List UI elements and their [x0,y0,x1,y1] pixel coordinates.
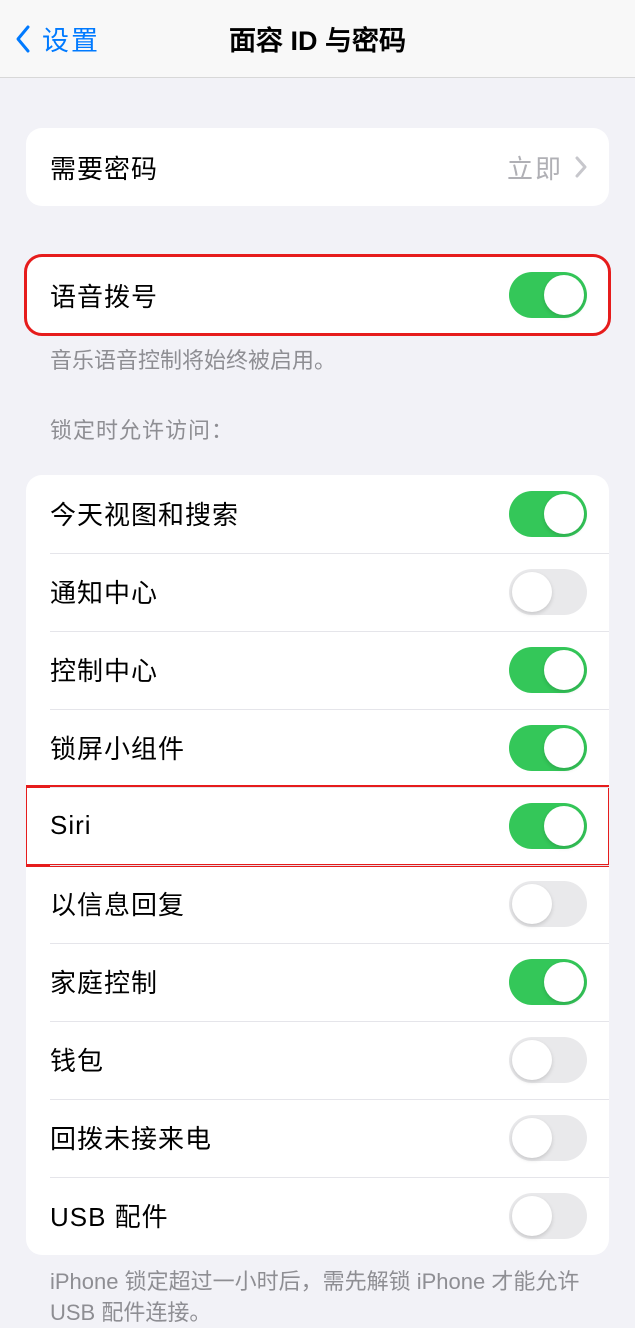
page-title: 面容 ID 与密码 [229,19,406,58]
require-passcode-label: 需要密码 [50,149,158,186]
access-toggle[interactable] [509,959,587,1005]
access-row-label: 以信息回复 [50,885,185,922]
access-row: Siri [26,787,609,865]
access-row: 控制中心 [26,631,609,709]
access-toggle[interactable] [509,491,587,537]
back-label: 设置 [42,19,100,58]
access-toggle[interactable] [509,1115,587,1161]
access-row-label: 通知中心 [50,573,158,610]
allow-access-group: 今天视图和搜索通知中心控制中心锁屏小组件 Siri 以信息回复家庭控制钱包回拨未接来… [26,475,609,1255]
access-toggle[interactable] [509,569,587,615]
access-row-label: 控制中心 [50,651,158,688]
access-toggle[interactable] [509,1193,587,1239]
require-passcode-group: 需要密码 立即 [26,128,609,206]
voice-dial-group: 语音拨号 [26,256,609,334]
access-row-label: 今天视图和搜索 [50,495,239,532]
access-toggle[interactable] [509,647,587,693]
navigation-bar: 设置 面容 ID 与密码 [0,0,635,78]
voice-dial-footer: 音乐语音控制将始终被启用。 [0,334,635,377]
access-row: 通知中心 [26,553,609,631]
access-row: 以信息回复 [26,865,609,943]
require-passcode-value: 立即 [507,149,563,186]
voice-dial-row: 语音拨号 [26,256,609,334]
allow-access-header: 锁定时允许访问： [0,377,635,455]
access-row-label: 钱包 [50,1041,104,1078]
voice-dial-toggle[interactable] [509,272,587,318]
allow-access-footer: iPhone 锁定超过一小时后，需先解锁 iPhone 才能允许 USB 配件连… [0,1255,635,1328]
chevron-right-icon [575,156,587,178]
settings-content: 需要密码 立即 语音拨号 音乐语音控制将始终被启用。 锁定时允许访问： 今天视图… [0,78,635,1328]
voice-dial-label: 语音拨号 [50,277,158,314]
access-row: 回拨未接来电 [26,1099,609,1177]
access-toggle[interactable] [509,881,587,927]
access-row: 家庭控制 [26,943,609,1021]
access-row: USB 配件 [26,1177,609,1255]
require-passcode-row[interactable]: 需要密码 立即 [26,128,609,206]
require-passcode-value-wrap: 立即 [507,149,587,186]
access-row-label: USB 配件 [50,1197,169,1234]
access-row-label: 锁屏小组件 [50,729,185,766]
back-button[interactable]: 设置 [0,0,100,77]
access-toggle[interactable] [509,725,587,771]
access-row-label: 家庭控制 [50,963,158,1000]
access-row: 锁屏小组件 [26,709,609,787]
access-row: 今天视图和搜索 [26,475,609,553]
access-row-label: 回拨未接来电 [50,1119,212,1156]
access-toggle[interactable] [509,1037,587,1083]
chevron-left-icon [14,24,32,54]
access-row-label: Siri [50,810,92,841]
access-row: 钱包 [26,1021,609,1099]
access-toggle[interactable] [509,803,587,849]
